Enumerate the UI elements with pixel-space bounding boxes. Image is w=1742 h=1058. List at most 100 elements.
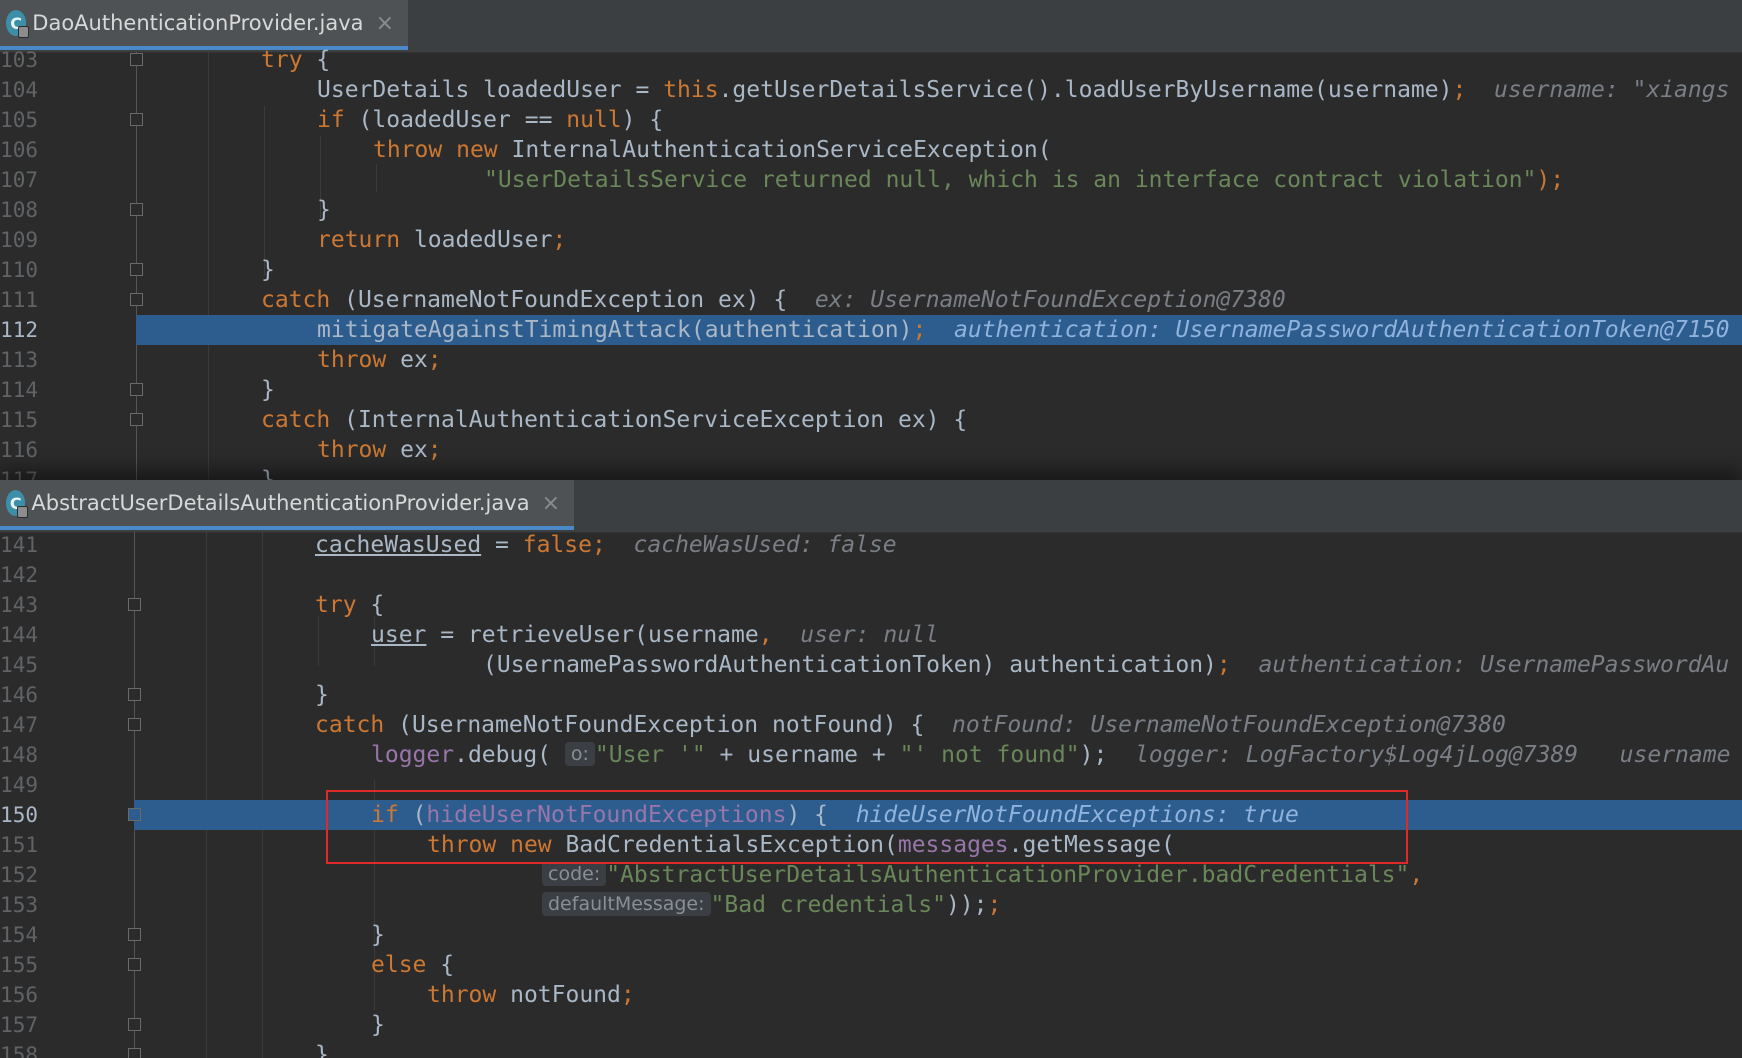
fold-marker-icon[interactable] — [130, 53, 143, 66]
code-text[interactable]: } — [317, 195, 331, 225]
code-line: 105 if (loadedUser == null) { — [0, 105, 1742, 135]
code-text[interactable]: throw new InternalAuthenticationServiceE… — [373, 135, 1052, 165]
debug-value-hint: authentication: UsernamePasswordAu — [1258, 652, 1730, 678]
code-text[interactable]: (UsernamePasswordAuthenticationToken) au… — [483, 650, 1729, 680]
fold-marker-icon[interactable] — [128, 928, 141, 941]
code-line: 115 catch (InternalAuthenticationService… — [0, 405, 1742, 435]
code-line: 155 else { — [0, 950, 1742, 980]
code-text[interactable]: logger.debug( o: "User '" + username + "'… — [371, 740, 1730, 770]
code-line: 103 try { — [0, 45, 1742, 75]
code-text[interactable]: UserDetails loadedUser = this.getUserDet… — [317, 75, 1729, 105]
fold-marker-icon[interactable] — [130, 113, 143, 126]
code-text[interactable]: else { — [371, 950, 454, 980]
parameter-hint: o: — [564, 742, 595, 766]
line-number: 112 — [0, 318, 38, 342]
code-text[interactable]: if (loadedUser == null) { — [317, 105, 663, 135]
line-number: 141 — [0, 533, 38, 557]
tab-dao-authentication-provider[interactable]: C DaoAuthenticationProvider.java × — [0, 0, 408, 50]
code-line-gutter: 150 — [0, 800, 141, 830]
code-text[interactable]: throw ex; — [317, 435, 442, 465]
line-number: 158 — [0, 1043, 38, 1058]
code-text[interactable]: throw new BadCredentialsException(messag… — [427, 830, 1175, 860]
code-line: 149 — [0, 770, 1742, 800]
code-line-gutter: 112 — [0, 315, 136, 345]
debug-value-hint: ex: UsernameNotFoundException@7380 — [814, 287, 1286, 313]
code-line: 143 try { — [0, 590, 1742, 620]
fold-marker-icon[interactable] — [128, 718, 141, 731]
debug-value-hint: authentication: UsernamePasswordAuthenti… — [954, 317, 1730, 343]
debug-value-hint: user: null — [800, 622, 939, 648]
code-text[interactable]: throw notFound; — [427, 980, 635, 1010]
code-line: 104 UserDetails loadedUser = this.getUse… — [0, 75, 1742, 105]
line-number: 145 — [0, 653, 38, 677]
tab-title: AbstractUserDetailsAuthenticationProvide… — [31, 491, 530, 515]
code-line: 144 user = retrieveUser(username, user: … — [0, 620, 1742, 650]
code-line: 111 catch (UsernameNotFoundException ex)… — [0, 285, 1742, 315]
code-line: 158 } — [0, 1040, 1742, 1058]
fold-marker-icon[interactable] — [130, 383, 143, 396]
fold-marker-icon[interactable] — [128, 598, 141, 611]
code-text[interactable]: code: "AbstractUserDetailsAuthenticationP… — [542, 860, 1423, 890]
line-number: 103 — [0, 48, 38, 72]
code-line: 152 code: "AbstractUserDetailsAuthenticat… — [0, 860, 1742, 890]
current-execution-line: mitigateAgainstTimingAttack(authenticati… — [136, 315, 1742, 345]
line-number: 104 — [0, 78, 38, 102]
fold-marker-icon[interactable] — [128, 1018, 141, 1031]
line-number: 111 — [0, 288, 38, 312]
line-number: 149 — [0, 773, 38, 797]
tab-abstract-user-details-authentication-provider[interactable]: C AbstractUserDetailsAuthenticationProvi… — [0, 480, 574, 530]
code-text[interactable]: catch (UsernameNotFoundException ex) { e… — [261, 285, 1286, 315]
line-number: 143 — [0, 593, 38, 617]
code-line: 151 throw new BadCredentialsException(me… — [0, 830, 1742, 860]
code-text[interactable]: "UserDetailsService returned null, which… — [484, 165, 1564, 195]
code-text[interactable]: } — [261, 465, 275, 480]
code-text[interactable]: } — [261, 375, 275, 405]
code-text[interactable]: catch (UsernameNotFoundException notFoun… — [315, 710, 1506, 740]
code-text[interactable]: cacheWasUsed = false; cacheWasUsed: fals… — [315, 530, 897, 560]
code-text[interactable]: try { — [261, 45, 330, 75]
code-text[interactable]: } — [371, 920, 385, 950]
fold-marker-icon[interactable] — [128, 688, 141, 701]
fold-marker-icon[interactable] — [130, 203, 143, 216]
debug-value-hint: hideUserNotFoundExceptions: true — [855, 802, 1299, 828]
code-text[interactable]: mitigateAgainstTimingAttack(authenticati… — [317, 315, 1729, 345]
line-number: 157 — [0, 1013, 38, 1037]
line-number: 152 — [0, 863, 38, 887]
line-number: 154 — [0, 923, 38, 947]
code-text[interactable]: } — [261, 255, 275, 285]
code-line: 110 } — [0, 255, 1742, 285]
code-line: 109 return loadedUser; — [0, 225, 1742, 255]
editor-panel-abstract: C AbstractUserDetailsAuthenticationProvi… — [0, 480, 1742, 1058]
fold-marker-icon[interactable] — [128, 1048, 141, 1058]
code-text[interactable]: return loadedUser; — [317, 225, 566, 255]
fold-marker-icon[interactable] — [130, 413, 143, 426]
code-line: 106 throw new InternalAuthenticationServ… — [0, 135, 1742, 165]
code-line: 146 } — [0, 680, 1742, 710]
fold-marker-icon[interactable] — [128, 808, 141, 821]
code-line: 147 catch (UsernameNotFoundException not… — [0, 710, 1742, 740]
close-icon[interactable]: × — [542, 491, 560, 516]
code-line: 148 logger.debug( o: "User '" + username … — [0, 740, 1742, 770]
close-icon[interactable]: × — [376, 11, 394, 36]
fold-marker-icon[interactable] — [128, 958, 141, 971]
code-text[interactable]: if (hideUserNotFoundExceptions) { hideUs… — [371, 800, 1299, 830]
fold-marker-icon[interactable] — [130, 263, 143, 276]
code-text[interactable]: } — [315, 1040, 329, 1058]
line-number: 110 — [0, 258, 38, 282]
code-text[interactable]: } — [315, 680, 329, 710]
java-class-icon: C — [6, 10, 30, 38]
code-text[interactable]: catch (InternalAuthenticationServiceExce… — [261, 405, 967, 435]
line-number: 108 — [0, 198, 38, 222]
line-number: 115 — [0, 408, 38, 432]
line-number: 148 — [0, 743, 38, 767]
code-line: 154 } — [0, 920, 1742, 950]
code-text[interactable]: } — [371, 1010, 385, 1040]
debug-value-hint: username: "xiangs — [1494, 77, 1730, 103]
code-text[interactable]: try { — [315, 590, 384, 620]
code-text[interactable]: throw ex; — [317, 345, 442, 375]
fold-marker-icon[interactable] — [130, 293, 143, 306]
parameter-hint: defaultMessage: — [542, 892, 711, 916]
code-text[interactable]: user = retrieveUser(username, user: null — [371, 620, 939, 650]
line-number: 142 — [0, 563, 38, 587]
code-text[interactable]: defaultMessage: "Bad credentials"));; — [542, 890, 1001, 920]
